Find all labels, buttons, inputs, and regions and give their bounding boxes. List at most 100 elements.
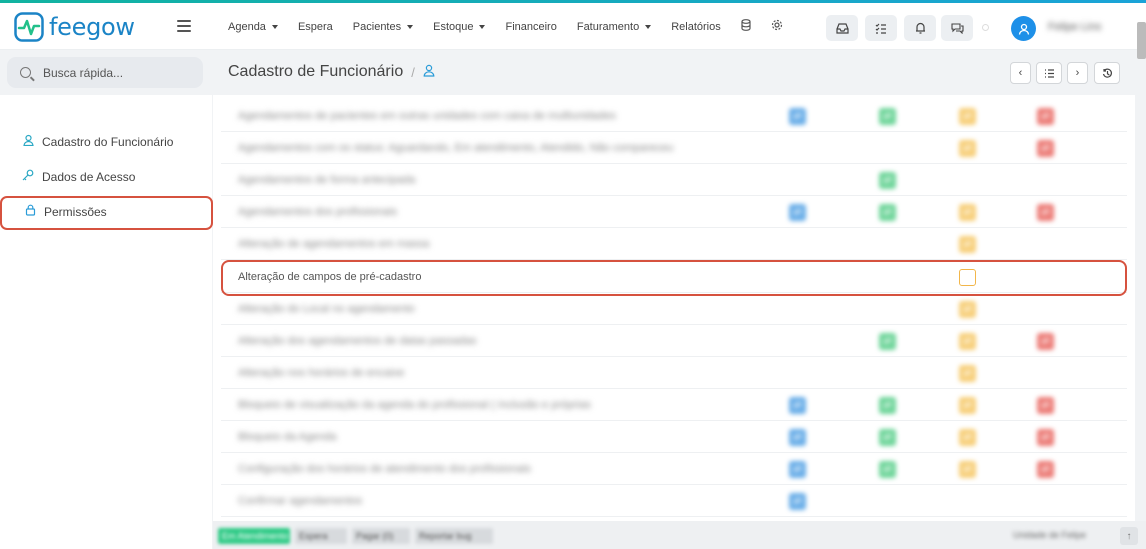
permissions-table: Agendamentos de pacientes em outras unid… <box>213 95 1135 521</box>
permission-delete-checkbox[interactable]: ⇄ <box>1037 429 1054 446</box>
nav-estoque[interactable]: Estoque <box>433 20 486 33</box>
table-row: Agendamentos com os status: Aguardando, … <box>221 132 1127 164</box>
list-icon <box>1044 68 1054 78</box>
permission-delete-checkbox[interactable]: ⇄ <box>1037 140 1054 157</box>
permission-label: Bloqueio de visualização da agenda do pr… <box>238 399 591 411</box>
sidebar-item-dados-acesso[interactable]: Dados de Acesso <box>22 169 135 184</box>
tasks-button[interactable] <box>865 15 897 41</box>
nav-faturamento[interactable]: Faturamento <box>576 20 652 33</box>
sidebar-item-cadastro[interactable]: Cadastro do Funcionário <box>22 134 173 149</box>
permission-delete-checkbox[interactable]: ⇄ <box>1037 333 1054 350</box>
report-bug-button[interactable]: Reportar bug <box>415 528 493 544</box>
brand-name: feegow <box>49 13 135 41</box>
permission-delete-checkbox[interactable]: ⇄ <box>1037 204 1054 221</box>
chat-button[interactable] <box>941 15 973 41</box>
permission-edit-checkbox[interactable]: ⇄ <box>959 365 976 382</box>
permission-add-checkbox[interactable]: ⇄ <box>879 204 896 221</box>
status-dot-icon <box>982 24 989 31</box>
permissoes-highlight-box <box>0 196 213 230</box>
search-input[interactable]: Busca rápida... <box>7 57 203 88</box>
window-scrollbar[interactable] <box>1137 22 1146 59</box>
settings-icon[interactable] <box>771 19 783 34</box>
pagar-button[interactable]: Pagar (0) <box>352 528 410 544</box>
tasks-icon <box>875 23 886 34</box>
nav-pacientes[interactable]: Pacientes <box>353 21 414 33</box>
permission-label: Agendamentos com os status: Aguardando, … <box>238 142 674 154</box>
permission-view-checkbox[interactable]: ⇄ <box>789 493 806 510</box>
inbox-icon <box>835 22 849 34</box>
permission-add-checkbox[interactable]: ⇄ <box>879 333 896 350</box>
permission-delete-checkbox[interactable]: ⇄ <box>1037 108 1054 125</box>
permission-label: Confirmar agendamentos <box>238 495 363 507</box>
permission-view-checkbox[interactable]: ⇄ <box>789 461 806 478</box>
user-avatar-icon <box>1018 23 1029 35</box>
table-row: Bloqueio de visualização da agenda do pr… <box>221 389 1127 421</box>
nav-financeiro[interactable]: Financeiro <box>505 21 556 33</box>
permission-view-checkbox[interactable]: ⇄ <box>789 429 806 446</box>
permission-add-checkbox[interactable]: ⇄ <box>879 108 896 125</box>
permission-edit-checkbox[interactable]: ⇄ <box>959 429 976 446</box>
espera-button[interactable]: Espera <box>295 528 347 544</box>
key-icon <box>22 169 34 184</box>
nav-espera[interactable]: Espera <box>298 21 333 33</box>
list-button[interactable] <box>1036 62 1062 84</box>
permission-edit-checkbox[interactable]: ⇄ <box>959 140 976 157</box>
permission-delete-checkbox[interactable]: ⇄ <box>1037 461 1054 478</box>
user-icon <box>22 134 34 149</box>
nav-label: Relatórios <box>671 20 721 33</box>
scroll-up-icon[interactable]: ↑ <box>1120 527 1138 545</box>
user-name[interactable]: Felipe Lins <box>1048 21 1101 33</box>
table-row: Alteração de agendamentos em massa ⇄ <box>221 228 1127 260</box>
next-button[interactable]: › <box>1067 62 1088 84</box>
permission-edit-checkbox[interactable]: ⇄ <box>959 301 976 318</box>
nav-label: Faturamento <box>576 20 640 33</box>
pre-cadastro-highlight-box <box>221 260 1127 296</box>
chevron-down-icon <box>479 24 486 29</box>
permission-edit-checkbox[interactable]: ⇄ <box>959 204 976 221</box>
em-atendimento-button[interactable]: Em Atendimento <box>218 528 290 544</box>
permission-add-checkbox[interactable]: ⇄ <box>879 429 896 446</box>
permission-label: Alteração de agendamentos em massa <box>238 238 430 250</box>
nav-label: Agenda <box>228 20 266 33</box>
permission-label: Alteração nos horários de encaixe <box>238 367 405 379</box>
table-row: Alteração do Local no agendamento ⇄ <box>221 293 1127 325</box>
menu-toggle-icon[interactable] <box>177 20 191 32</box>
feegow-logo-icon <box>14 12 44 42</box>
nav-relatorios[interactable]: Relatórios <box>671 21 721 33</box>
table-row: Alteração nos horários de encaixe ⇄ <box>221 357 1127 389</box>
history-button[interactable] <box>1094 62 1120 84</box>
permission-view-checkbox[interactable]: ⇄ <box>789 204 806 221</box>
notifications-button[interactable] <box>904 15 936 41</box>
database-icon[interactable] <box>741 19 751 34</box>
permission-edit-checkbox[interactable]: ⇄ <box>959 108 976 125</box>
permission-edit-checkbox[interactable]: ⇄ <box>959 461 976 478</box>
user-icon <box>423 64 435 80</box>
permission-edit-checkbox[interactable]: ⇄ <box>959 397 976 414</box>
permission-delete-checkbox[interactable]: ⇄ <box>1037 397 1054 414</box>
search-icon <box>20 67 31 78</box>
permission-label: Configuração dos horários de atendimento… <box>238 463 531 475</box>
nav-label: Espera <box>297 20 333 33</box>
permission-label: Bloqueio da Agenda <box>238 431 337 443</box>
permission-add-checkbox[interactable]: ⇄ <box>879 461 896 478</box>
inbox-button[interactable] <box>826 15 858 41</box>
avatar[interactable] <box>1011 16 1036 41</box>
feegow-logo[interactable]: feegow <box>14 12 135 42</box>
permission-edit-checkbox[interactable]: ⇄ <box>959 333 976 350</box>
permission-add-checkbox[interactable]: ⇄ <box>879 397 896 414</box>
permission-label: Agendamentos dos profissionais <box>238 206 397 218</box>
permission-view-checkbox[interactable]: ⇄ <box>789 397 806 414</box>
sidebar-item-label: Dados de Acesso <box>42 169 136 184</box>
chevron-down-icon <box>407 24 414 29</box>
top-bar: feegow Agenda Espera Pacientes Estoque F… <box>0 3 1146 50</box>
permission-label: Agendamentos de pacientes em outras unid… <box>238 110 616 122</box>
footer-bar: Em Atendimento Espera Pagar (0) Reportar… <box>213 521 1146 549</box>
table-row: Agendamentos dos profissionais ⇄ ⇄ ⇄ ⇄ <box>221 196 1127 228</box>
bell-icon <box>915 22 925 34</box>
permission-add-checkbox[interactable]: ⇄ <box>879 172 896 189</box>
previous-button[interactable]: ‹ <box>1010 62 1031 84</box>
nav-agenda[interactable]: Agenda <box>228 21 278 33</box>
nav-label: Estoque <box>433 20 474 33</box>
permission-edit-checkbox[interactable]: ⇄ <box>959 236 976 253</box>
permission-view-checkbox[interactable]: ⇄ <box>789 108 806 125</box>
